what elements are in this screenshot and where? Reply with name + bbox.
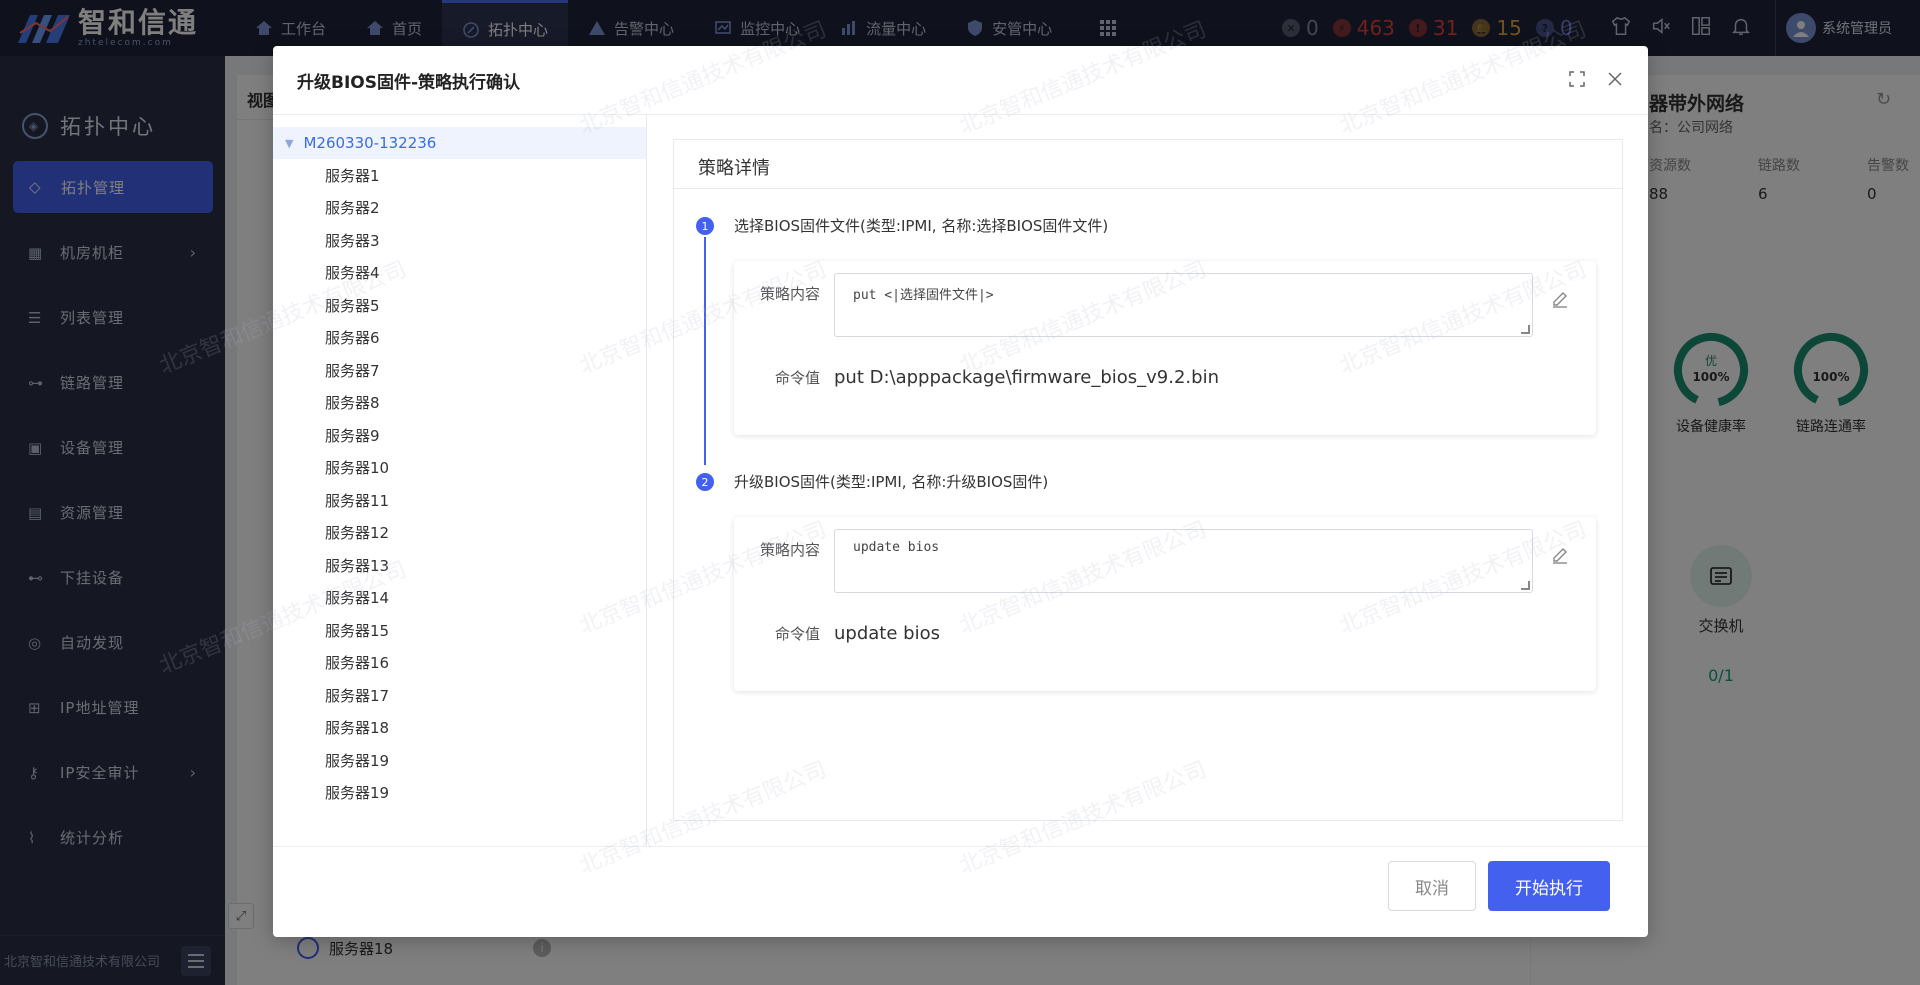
tree-root-label: M260330-132236 — [303, 134, 437, 152]
edit-icon[interactable] — [1550, 544, 1570, 568]
tree-node-server[interactable]: 服务器18 — [273, 712, 646, 745]
tree-node-server[interactable]: 服务器12 — [273, 517, 646, 550]
step-title: 选择BIOS固件文件(类型:IPMI, 名称:选择BIOS固件文件) — [734, 217, 1109, 235]
dialog-body: ▼ M260330-132236 服务器1 服务器2 服务器3 服务器4 服务器5 服务器… — [273, 115, 1648, 846]
cancel-button[interactable]: 取消 — [1388, 861, 1476, 911]
tree-node-server[interactable]: 服务器9 — [273, 419, 646, 452]
tree-node-server[interactable]: 服务器10 — [273, 452, 646, 485]
tree-root-node[interactable]: ▼ M260330-132236 — [273, 127, 646, 159]
tree-node-server[interactable]: 服务器7 — [273, 354, 646, 387]
strategy-confirm-dialog: 升级BIOS固件-策略执行确认 ▼ M260330-132236 服务器1 服务器… — [273, 46, 1648, 937]
step-connector-line — [704, 237, 706, 465]
resize-handle-icon[interactable] — [1521, 581, 1530, 590]
dialog-footer: 取消 开始执行 — [273, 846, 1648, 937]
policy-content-label: 策略内容 — [759, 541, 820, 559]
command-value-row: 命令值 put D:\apppackage\firmware_bios_v9.2.… — [734, 367, 1596, 388]
command-value: update bios — [834, 623, 940, 644]
strategy-detail-panel: 策略详情 1 选择BIOS固件文件(类型:IPMI, 名称:选择BIOS固件文件)… — [673, 139, 1623, 821]
policy-content-label: 策略内容 — [759, 285, 820, 303]
policy-content-row: 策略内容 update bios — [734, 529, 1596, 593]
tree-node-server[interactable]: 服务器17 — [273, 679, 646, 712]
tree-node-server[interactable]: 服务器15 — [273, 614, 646, 647]
tree-node-server[interactable]: 服务器14 — [273, 582, 646, 615]
policy-content-value: update bios — [853, 540, 940, 555]
edit-icon[interactable] — [1550, 288, 1570, 312]
detail-title: 策略详情 — [674, 140, 1622, 189]
tree-node-server[interactable]: 服务器19 — [273, 777, 646, 810]
tree-node-server[interactable]: 服务器8 — [273, 387, 646, 420]
start-execute-button[interactable]: 开始执行 — [1488, 861, 1610, 911]
command-value: put D:\apppackage\firmware_bios_v9.2.bin — [834, 367, 1219, 388]
command-value-label: 命令值 — [774, 625, 820, 643]
tree-node-server[interactable]: 服务器13 — [273, 549, 646, 582]
tree-node-server[interactable]: 服务器4 — [273, 257, 646, 290]
step-number-badge: 1 — [696, 217, 714, 235]
tree-node-server[interactable]: 服务器19 — [273, 744, 646, 777]
policy-content-textarea[interactable]: put <|选择固件文件|> — [834, 273, 1533, 337]
resize-handle-icon[interactable] — [1521, 325, 1530, 334]
strategy-step-1: 1 选择BIOS固件文件(类型:IPMI, 名称:选择BIOS固件文件) 策略内容 p… — [674, 215, 1622, 465]
policy-content-textarea[interactable]: update bios — [834, 529, 1533, 593]
dialog-title: 升级BIOS固件-策略执行确认 — [297, 72, 521, 93]
command-value-row: 命令值 update bios — [734, 623, 1596, 644]
tree-node-server[interactable]: 服务器6 — [273, 322, 646, 355]
tree-node-server[interactable]: 服务器16 — [273, 647, 646, 680]
policy-content-value: put <|选择固件文件|> — [853, 288, 994, 303]
dialog-header: 升级BIOS固件-策略执行确认 — [273, 46, 1648, 115]
device-tree: ▼ M260330-132236 服务器1 服务器2 服务器3 服务器4 服务器5 服务器… — [273, 115, 647, 846]
step-number-badge: 2 — [696, 473, 714, 491]
policy-content-row: 策略内容 put <|选择固件文件|> — [734, 273, 1596, 337]
tree-node-server[interactable]: 服务器5 — [273, 289, 646, 322]
close-icon[interactable] — [1606, 70, 1624, 93]
tree-node-server[interactable]: 服务器3 — [273, 224, 646, 257]
tree-node-server[interactable]: 服务器1 — [273, 159, 646, 192]
tree-node-server[interactable]: 服务器2 — [273, 192, 646, 225]
strategy-step-card: 策略内容 put <|选择固件文件|> 命令值 put D:\apppackage\f… — [734, 261, 1596, 435]
tree-node-server[interactable]: 服务器11 — [273, 484, 646, 517]
strategy-step-card: 策略内容 update bios 命令值 update bios — [734, 517, 1596, 691]
command-value-label: 命令值 — [774, 369, 820, 387]
maximize-icon[interactable] — [1568, 70, 1586, 93]
strategy-step-2: 2 升级BIOS固件(类型:IPMI, 名称:升级BIOS固件) 策略内容 updat… — [674, 471, 1622, 691]
caret-down-icon[interactable]: ▼ — [285, 137, 293, 150]
step-title: 升级BIOS固件(类型:IPMI, 名称:升级BIOS固件) — [734, 473, 1049, 491]
